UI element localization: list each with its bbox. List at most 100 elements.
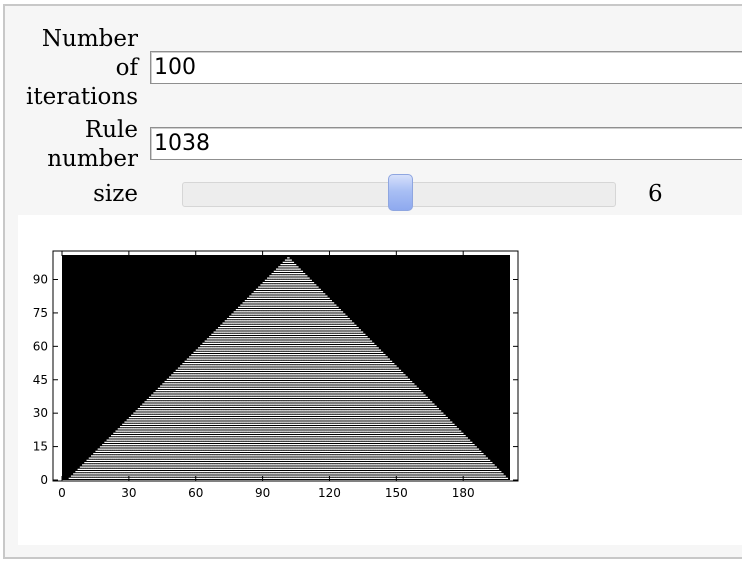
automaton-cell [182,369,185,371]
automaton-cell [213,408,217,410]
automaton-cell [367,345,370,347]
automaton-cell [318,288,321,290]
automaton-cell [304,309,308,311]
automaton-cell [262,378,266,380]
automaton-cell [356,408,359,410]
automaton-cell [407,387,410,389]
automaton-cell [211,360,214,362]
automaton-cell [267,405,270,407]
automaton-cell [168,378,172,380]
automaton-cell [206,363,210,365]
automaton-cell [229,340,232,342]
automaton-cell [360,342,364,344]
automaton-cell [316,374,319,376]
automaton-cell [278,396,281,398]
automaton-cell [229,315,232,317]
automaton-cell [362,349,366,351]
automaton-cell [260,381,263,383]
automaton-cell [302,295,306,297]
automaton-cell [249,347,252,349]
automaton-cell [282,336,286,338]
automaton-cell [367,354,370,356]
automaton-cell [325,306,328,308]
automaton-cell [271,273,275,275]
automaton-cell [340,358,344,360]
automaton-cell [251,360,254,362]
automaton-cell [338,410,341,412]
automaton-cell [220,385,223,387]
automaton-cell [293,354,297,356]
automaton-cell [273,369,277,371]
automaton-cell [345,378,348,380]
automaton-cell [244,347,248,349]
automaton-cell [273,396,277,398]
automaton-cell [293,363,297,365]
automaton-cell [296,347,299,349]
automaton-cell [423,405,426,407]
automaton-cell [224,347,228,349]
automaton-cell [289,405,292,407]
automaton-cell [427,408,431,410]
automaton-cell [322,340,326,342]
automaton-cell [273,336,277,338]
automaton-cell [247,408,250,410]
automaton-cell [233,342,237,344]
automaton-cell [347,347,350,349]
automaton-cell [191,387,194,389]
automaton-cell [333,401,337,403]
automaton-cell [171,381,174,383]
automaton-cell [193,351,197,353]
size-slider-handle[interactable] [388,174,413,211]
automaton-cell [347,405,350,407]
iterations-input[interactable]: 100 [150,51,742,84]
automaton-cell [298,376,301,378]
automaton-cell [331,329,335,331]
automaton-cell [260,360,263,362]
automaton-cell [291,356,295,358]
automaton-cell [284,367,288,369]
automaton-cell [242,320,246,322]
automaton-cell [271,338,275,340]
automaton-cell [255,315,259,317]
automaton-cell [405,401,408,403]
automaton-cell [385,405,388,407]
automaton-cell [238,390,241,392]
automaton-cell [304,376,308,378]
automaton-cell [380,372,384,374]
automaton-cell [240,331,243,333]
automaton-cell [264,322,268,324]
automaton-cell [309,351,312,353]
automaton-cell [291,273,295,275]
automaton-cell [275,360,279,362]
automaton-cell [275,333,279,335]
automaton-cell [267,374,270,376]
automaton-cell [331,309,335,311]
rule-input[interactable]: 1038 [150,127,742,160]
automaton-cell [215,408,219,410]
automaton-cell [307,311,310,313]
automaton-cell [291,392,295,394]
automaton-cell [251,320,254,322]
automaton-cell [353,381,357,383]
automaton-cell [320,320,324,322]
automaton-cell [229,351,232,353]
automaton-cell [416,399,419,401]
automaton-cell [255,372,259,374]
automaton-cell [318,306,321,308]
automaton-cell [253,405,257,407]
automaton-cell [333,333,337,335]
automaton-cell [255,385,259,387]
automaton-cell [235,336,239,338]
automaton-cell [333,403,337,405]
automaton-cell [340,354,344,356]
automaton-cell [307,356,310,358]
automaton-cell [278,394,281,396]
automaton-cell [358,408,361,410]
automaton-cell [264,405,268,407]
automaton-cell [400,403,404,405]
automaton-cell [264,396,268,398]
automaton-cell [249,313,252,315]
automaton-cell [300,338,304,340]
automaton-cell [242,390,246,392]
automaton-cell [153,401,156,403]
